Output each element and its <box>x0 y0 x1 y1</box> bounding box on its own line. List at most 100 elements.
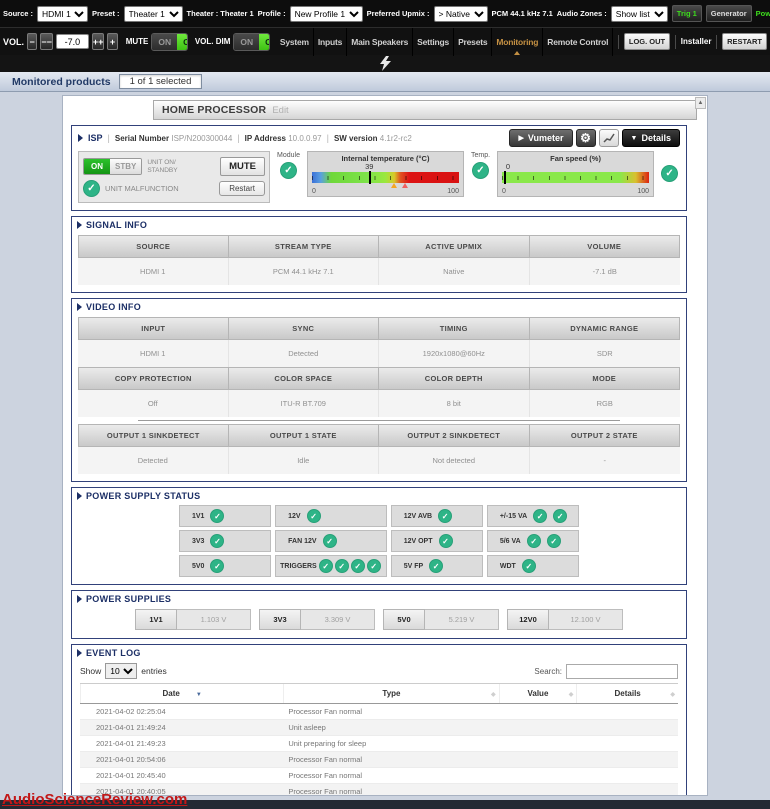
vol-dim-on-option[interactable]: ON <box>234 34 259 50</box>
fan-needle <box>504 171 506 184</box>
tab-system[interactable]: System <box>276 28 314 56</box>
settings-gear-button[interactable]: ⚙ <box>576 129 596 147</box>
details-button[interactable]: ▼Details <box>622 129 680 147</box>
unit-restart-button[interactable]: Restart <box>219 181 265 196</box>
column-header: OUTPUT 1 SINKDETECT <box>78 424 229 447</box>
status-cell: 12V✓ <box>275 505 387 527</box>
tab-remote-control[interactable]: Remote Control <box>543 28 613 56</box>
cell-volume: -7.1 dB <box>530 258 681 285</box>
unit-on-option[interactable]: ON <box>84 159 110 174</box>
tab-settings[interactable]: Settings <box>413 28 454 56</box>
column-header-date[interactable]: Date▼ <box>80 684 283 703</box>
audio-zones-label: Audio Zones : <box>557 9 607 18</box>
cell-active-upmix: Native <box>379 258 530 285</box>
volume-down-button[interactable]: − <box>27 33 37 50</box>
mute-toggle[interactable]: ON OFF <box>151 33 187 51</box>
scrollbar-up-arrow[interactable]: ▲ <box>695 97 706 109</box>
show-label: Show <box>80 666 101 676</box>
mute-on-option[interactable]: ON <box>152 34 177 50</box>
temperature-needle <box>369 171 371 184</box>
column-header: ACTIVE UPMIX <box>379 235 530 258</box>
supply-label: 12V0 <box>507 609 549 630</box>
volume-down-fast-button[interactable]: −− <box>40 33 53 50</box>
search-input[interactable] <box>566 664 678 679</box>
temperature-gauge-title: Internal temperature (°C) <box>312 154 459 163</box>
processor-title: HOME PROCESSOR <box>162 104 266 116</box>
gauge-ticks <box>312 176 459 180</box>
restart-button[interactable]: RESTART <box>722 33 767 50</box>
status-cell: 12V AVB✓ <box>391 505 483 527</box>
tab-presets[interactable]: Presets <box>454 28 492 56</box>
supply-label: 1V1 <box>135 609 177 630</box>
profile-select[interactable]: New Profile 1 <box>290 6 363 22</box>
check-icon: ✓ <box>319 559 333 573</box>
search-label: Search: <box>534 667 562 676</box>
table-row: 2021-04-01 20:45:40Processor Fan normal <box>80 768 678 784</box>
edit-link[interactable]: Edit <box>272 105 288 116</box>
malfunction-ok-check-icon: ✓ <box>83 180 100 197</box>
preset-select[interactable]: Theater 1 <box>124 6 183 22</box>
column-header: OUTPUT 1 STATE <box>229 424 380 447</box>
fan-scale: 0 100 <box>502 188 649 195</box>
page: { "colors": { "check_green": "#2eb487", … <box>0 0 770 809</box>
scale-max: 100 <box>447 188 459 195</box>
temp-label: Temp. <box>471 152 490 159</box>
upmix-select[interactable]: > Native <box>434 6 488 22</box>
volume-label: VOL. <box>3 37 24 47</box>
brand-strip <box>0 55 770 72</box>
logout-button[interactable]: LOG. OUT <box>624 33 670 50</box>
generator-button[interactable]: Generator <box>706 5 752 22</box>
volume-up-fast-button[interactable]: ++ <box>92 33 105 50</box>
audio-zones-select[interactable]: Show list <box>611 6 668 22</box>
divider: | <box>327 133 329 143</box>
table-row: 2021-04-01 21:49:23Unit preparing for sl… <box>80 736 678 752</box>
main-area: ▲ HOME PROCESSOR Edit ISP | Serial Numbe… <box>0 92 770 798</box>
power-label[interactable]: Power <box>756 9 770 18</box>
module-label: Module <box>277 152 300 159</box>
isp-name: ISP <box>88 133 103 143</box>
volume-up-button[interactable]: + <box>107 33 117 50</box>
unit-power-toggle[interactable]: ON STBY <box>83 158 142 175</box>
unit-mute-button[interactable]: MUTE <box>220 157 265 176</box>
vol-dim-off-option[interactable]: OFF <box>259 34 270 50</box>
graph-button[interactable] <box>599 129 619 147</box>
column-header-value[interactable]: Value◆ <box>499 684 577 703</box>
cell-output1-sinkdetect: Detected <box>78 447 229 474</box>
fan-gauge-bar: 0 <box>502 164 649 188</box>
unit-power-row: ON STBY UNIT ON/STANDBY MUTE <box>82 155 266 178</box>
volume-input[interactable] <box>56 34 89 49</box>
tab-monitoring-label: Monitoring <box>496 37 538 47</box>
video-info-table: INPUT SYNC TIMING DYNAMIC RANGE HDMI 1 D… <box>78 317 680 474</box>
check-icon: ✓ <box>439 534 453 548</box>
tab-inputs[interactable]: Inputs <box>314 28 347 56</box>
cell-timing: 1920x1080@60Hz <box>379 340 530 367</box>
tab-main-speakers[interactable]: Main Speakers <box>347 28 413 56</box>
mute-off-option[interactable]: OFF <box>177 34 188 50</box>
table-row: 2021-04-01 20:54:06Processor Fan normal <box>80 752 678 768</box>
column-header-details[interactable]: Details◆ <box>576 684 678 703</box>
monitored-products-tab[interactable]: Monitored products <box>12 76 111 88</box>
divider: | <box>237 133 239 143</box>
entries-per-page-select[interactable]: 10 <box>105 663 137 679</box>
unit-stby-option[interactable]: STBY <box>110 159 141 174</box>
section-arrow-icon <box>77 595 82 603</box>
status-cell: 3V3✓ <box>179 530 271 552</box>
column-header: INPUT <box>78 317 229 340</box>
section-arrow-icon <box>77 649 82 657</box>
fan-value: 0 <box>506 162 510 171</box>
temp-status: Temp. ✓ <box>471 151 490 179</box>
vumeter-button[interactable]: ▶Vumeter <box>509 129 572 147</box>
cell-output1-state: Idle <box>229 447 380 474</box>
check-icon: ✓ <box>307 509 321 523</box>
status-cell: 12V OPT✓ <box>391 530 483 552</box>
source-select[interactable]: HDMI 1 <box>37 6 88 22</box>
check-icon: ✓ <box>210 509 224 523</box>
stream-format-label: PCM 44.1 kHz 7.1 <box>492 9 553 18</box>
sort-icon: ◆ <box>670 691 675 698</box>
tab-monitoring[interactable]: Monitoring <box>492 28 543 56</box>
vol-dim-toggle[interactable]: ON OFF <box>233 33 269 51</box>
column-header-type[interactable]: Type◆ <box>283 684 498 703</box>
trig-button[interactable]: Trig 1 <box>672 5 702 22</box>
table-row: Detected Idle Not detected - <box>78 447 680 474</box>
installer-label: Installer <box>681 37 712 46</box>
